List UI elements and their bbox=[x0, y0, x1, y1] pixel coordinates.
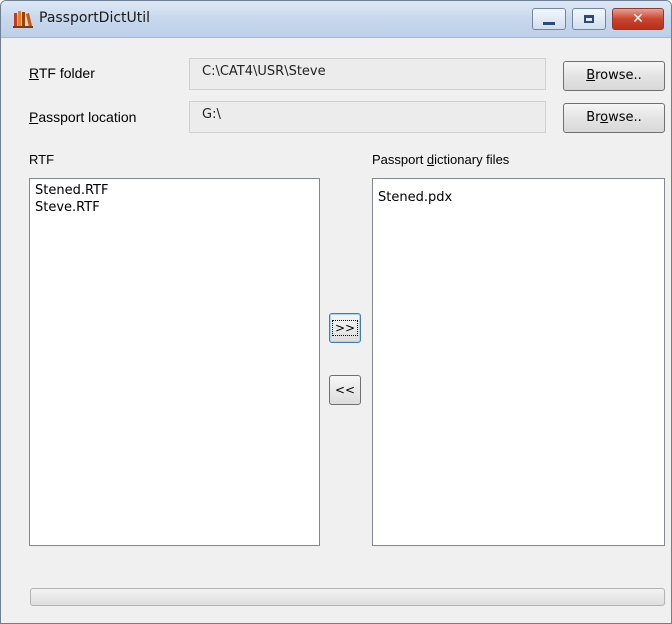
rtf-browse-access-key: B bbox=[586, 68, 596, 83]
rtf-browse-rest: rowse.. bbox=[595, 68, 642, 83]
passport-browse-access-key: o bbox=[600, 110, 609, 125]
window-title: PassportDictUtil bbox=[39, 10, 151, 26]
rtf-folder-label-rest: TF folder bbox=[38, 65, 95, 81]
move-to-rtf-button[interactable]: << bbox=[329, 375, 361, 405]
minimize-icon bbox=[543, 21, 555, 25]
move-to-passport-button[interactable]: >> bbox=[329, 313, 361, 343]
title-bar[interactable]: PassportDictUtil ✕ bbox=[1, 1, 671, 38]
rtf-folder-label-access-key: R bbox=[29, 65, 39, 81]
minimize-button[interactable] bbox=[532, 8, 566, 30]
passport-list-header-prefix: Passport bbox=[372, 152, 427, 167]
rtf-folder-browse-button[interactable]: Browse.. bbox=[563, 61, 665, 91]
list-item[interactable]: Stened.pdx bbox=[378, 189, 659, 206]
close-icon: ✕ bbox=[632, 11, 644, 27]
passport-location-field[interactable]: G:\ bbox=[189, 101, 546, 133]
books-icon bbox=[13, 11, 33, 28]
passport-listbox[interactable]: Stened.pdx bbox=[372, 178, 665, 546]
passport-list-header: Passport dictionary files bbox=[372, 152, 509, 167]
rtf-folder-field[interactable]: C:\CAT4\USR\Steve bbox=[189, 58, 546, 90]
move-to-passport-label: >> bbox=[331, 320, 359, 336]
rtf-folder-label: RTF folder bbox=[29, 65, 95, 81]
passport-location-label: Passport location bbox=[29, 109, 136, 125]
maximize-icon bbox=[584, 15, 594, 23]
passport-browse-prefix: Br bbox=[586, 110, 601, 125]
passport-list-header-rest: ictionary files bbox=[434, 152, 510, 167]
rtf-listbox[interactable]: Stened.RTF Steve.RTF bbox=[29, 178, 320, 546]
progress-bar bbox=[30, 588, 665, 606]
move-to-rtf-label: << bbox=[334, 383, 356, 397]
close-button[interactable]: ✕ bbox=[612, 8, 664, 30]
list-item[interactable]: Stened.RTF bbox=[35, 182, 314, 199]
passport-label-rest: assport location bbox=[38, 109, 137, 125]
rtf-list-header: RTF bbox=[29, 152, 55, 167]
passport-browse-rest: wse.. bbox=[608, 110, 642, 125]
maximize-button[interactable] bbox=[572, 8, 606, 30]
passport-label-access-key: P bbox=[29, 109, 39, 125]
passport-location-browse-button[interactable]: Browse.. bbox=[563, 103, 665, 133]
app-window: PassportDictUtil ✕ RTF folder C:\CAT4\US… bbox=[0, 0, 672, 624]
list-item[interactable]: Steve.RTF bbox=[35, 199, 314, 216]
